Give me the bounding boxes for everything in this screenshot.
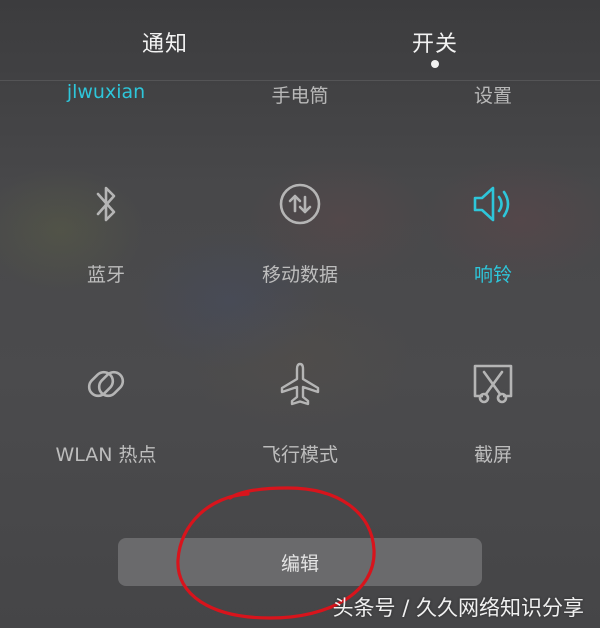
screenshot-icon	[473, 364, 513, 404]
flashlight-toggle-label[interactable]: 手电筒	[210, 81, 390, 108]
edit-button[interactable]: 编辑	[118, 538, 482, 586]
hotspot-icon	[87, 370, 125, 398]
bluetooth-toggle[interactable]: 蓝牙	[16, 178, 196, 287]
mobile-data-label: 移动数据	[261, 264, 338, 286]
airplane-label: 飞行模式	[261, 444, 338, 466]
tab-switches[interactable]: 开关	[412, 26, 458, 58]
speaker-icon	[473, 186, 510, 222]
hotspot-label: WLAN 热点	[55, 444, 157, 466]
panel-header: 通知 开关	[0, 0, 600, 81]
ringer-label: 响铃	[473, 264, 512, 286]
settings-toggle-label[interactable]: 设置	[403, 81, 583, 108]
bluetooth-label: 蓝牙	[86, 264, 125, 286]
bluetooth-icon	[96, 186, 116, 222]
airplane-toggle[interactable]: 飞行模式	[210, 358, 390, 467]
screenshot-toggle[interactable]: 截屏	[403, 358, 583, 467]
airplane-icon	[280, 362, 320, 406]
watermark-text: 头条号 / 久久网络知识分享	[332, 596, 584, 620]
hotspot-toggle[interactable]: WLAN 热点	[16, 358, 196, 467]
screenshot-label: 截屏	[473, 444, 512, 466]
mobile-data-toggle[interactable]: 移动数据	[210, 178, 390, 287]
active-tab-indicator	[431, 60, 439, 68]
wifi-toggle-label[interactable]: jlwuxian	[16, 81, 196, 103]
mobile-data-icon	[279, 183, 321, 225]
tab-notifications[interactable]: 通知	[142, 26, 188, 58]
ringer-toggle[interactable]: 响铃	[403, 178, 583, 287]
